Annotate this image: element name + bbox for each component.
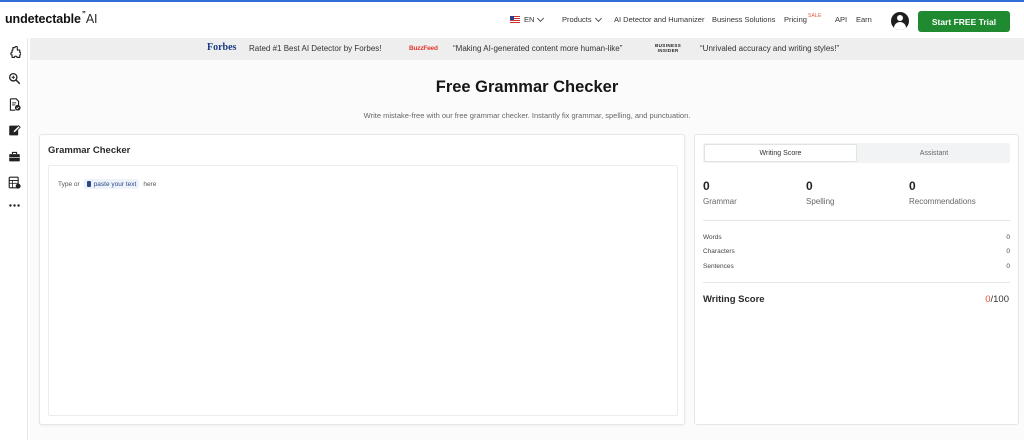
briefcase-icon[interactable] bbox=[7, 149, 21, 163]
writing-score-panel: Writing Score Assistant 0 Grammar 0 Spel… bbox=[694, 134, 1019, 425]
search-zoom-icon[interactable] bbox=[7, 71, 21, 85]
chevron-down-icon bbox=[537, 14, 545, 22]
divider bbox=[703, 220, 1010, 221]
nav-ai-detector-humanizer[interactable]: AI Detector and Humanizer bbox=[614, 15, 704, 24]
clipboard-icon bbox=[86, 181, 91, 187]
recommendations-count: 0 bbox=[909, 179, 916, 193]
nav-products[interactable]: Products bbox=[562, 14, 602, 24]
puzzle-icon[interactable] bbox=[7, 45, 21, 59]
language-selector[interactable]: EN bbox=[510, 14, 545, 24]
tab-assistant[interactable]: Assistant bbox=[858, 143, 1010, 163]
user-avatar-icon[interactable] bbox=[891, 12, 909, 30]
nav-pricing[interactable]: Pricing SALE bbox=[784, 12, 822, 25]
spelling-label: Spelling bbox=[806, 197, 835, 206]
text-input-area[interactable]: Type or paste your text here bbox=[48, 165, 678, 416]
left-sidebar bbox=[0, 38, 28, 440]
edit-note-icon[interactable] bbox=[7, 123, 21, 137]
paste-text-button[interactable]: paste your text bbox=[83, 179, 140, 189]
grammar-label: Grammar bbox=[703, 197, 737, 206]
logo[interactable]: undetectable”AI bbox=[5, 10, 98, 26]
top-nav-bar: undetectable”AI EN Products AI Detector … bbox=[0, 0, 1024, 38]
chevron-down-icon bbox=[594, 14, 602, 22]
forbes-quote: Rated #1 Best AI Detector by Forbes! bbox=[249, 44, 382, 53]
writing-score-value: 0/100 bbox=[985, 294, 1009, 305]
us-flag-icon bbox=[510, 16, 520, 23]
recommendations-label: Recommendations bbox=[909, 197, 976, 206]
grammar-checker-panel: Grammar Checker Type or paste your text … bbox=[39, 134, 685, 425]
tab-writing-score[interactable]: Writing Score bbox=[704, 144, 857, 162]
nav-earn[interactable]: Earn bbox=[856, 15, 872, 24]
press-banner: Forbes Rated #1 Best AI Detector by Forb… bbox=[30, 38, 1024, 60]
editor-placeholder: Type or paste your text here bbox=[58, 179, 157, 189]
business-insider-logo: BUSINESS INSIDER bbox=[655, 43, 682, 53]
stat-sentences: Sentences 0 bbox=[703, 263, 1010, 270]
forbes-logo: Forbes bbox=[207, 42, 237, 53]
buzzfeed-quote: “Making AI-generated content more human-… bbox=[453, 44, 623, 53]
sale-badge: SALE bbox=[807, 12, 822, 19]
buzzfeed-logo: BuzzFeed bbox=[409, 45, 438, 52]
spelling-count: 0 bbox=[806, 179, 813, 193]
page-subtitle: Write mistake-free with our free grammar… bbox=[363, 111, 691, 120]
grammar-count: 0 bbox=[703, 179, 710, 193]
score-tabs: Writing Score Assistant bbox=[703, 143, 1010, 163]
logo-ai: AI bbox=[85, 12, 98, 26]
spreadsheet-icon[interactable] bbox=[7, 175, 21, 189]
more-icon[interactable] bbox=[7, 198, 21, 212]
document-check-icon[interactable] bbox=[7, 97, 21, 111]
writing-score-label: Writing Score bbox=[703, 294, 765, 305]
nav-business-solutions[interactable]: Business Solutions bbox=[712, 15, 775, 24]
stat-words: Words 0 bbox=[703, 234, 1010, 241]
start-free-trial-button[interactable]: Start FREE Trial bbox=[918, 11, 1010, 32]
editor-title: Grammar Checker bbox=[48, 145, 131, 156]
stat-characters: Characters 0 bbox=[703, 248, 1010, 255]
business-insider-quote: “Unrivaled accuracy and writing styles!” bbox=[700, 44, 840, 53]
page-title: Free Grammar Checker bbox=[435, 78, 619, 96]
divider bbox=[703, 282, 1010, 283]
logo-text: undetectable bbox=[5, 12, 81, 26]
nav-api[interactable]: API bbox=[835, 15, 847, 24]
